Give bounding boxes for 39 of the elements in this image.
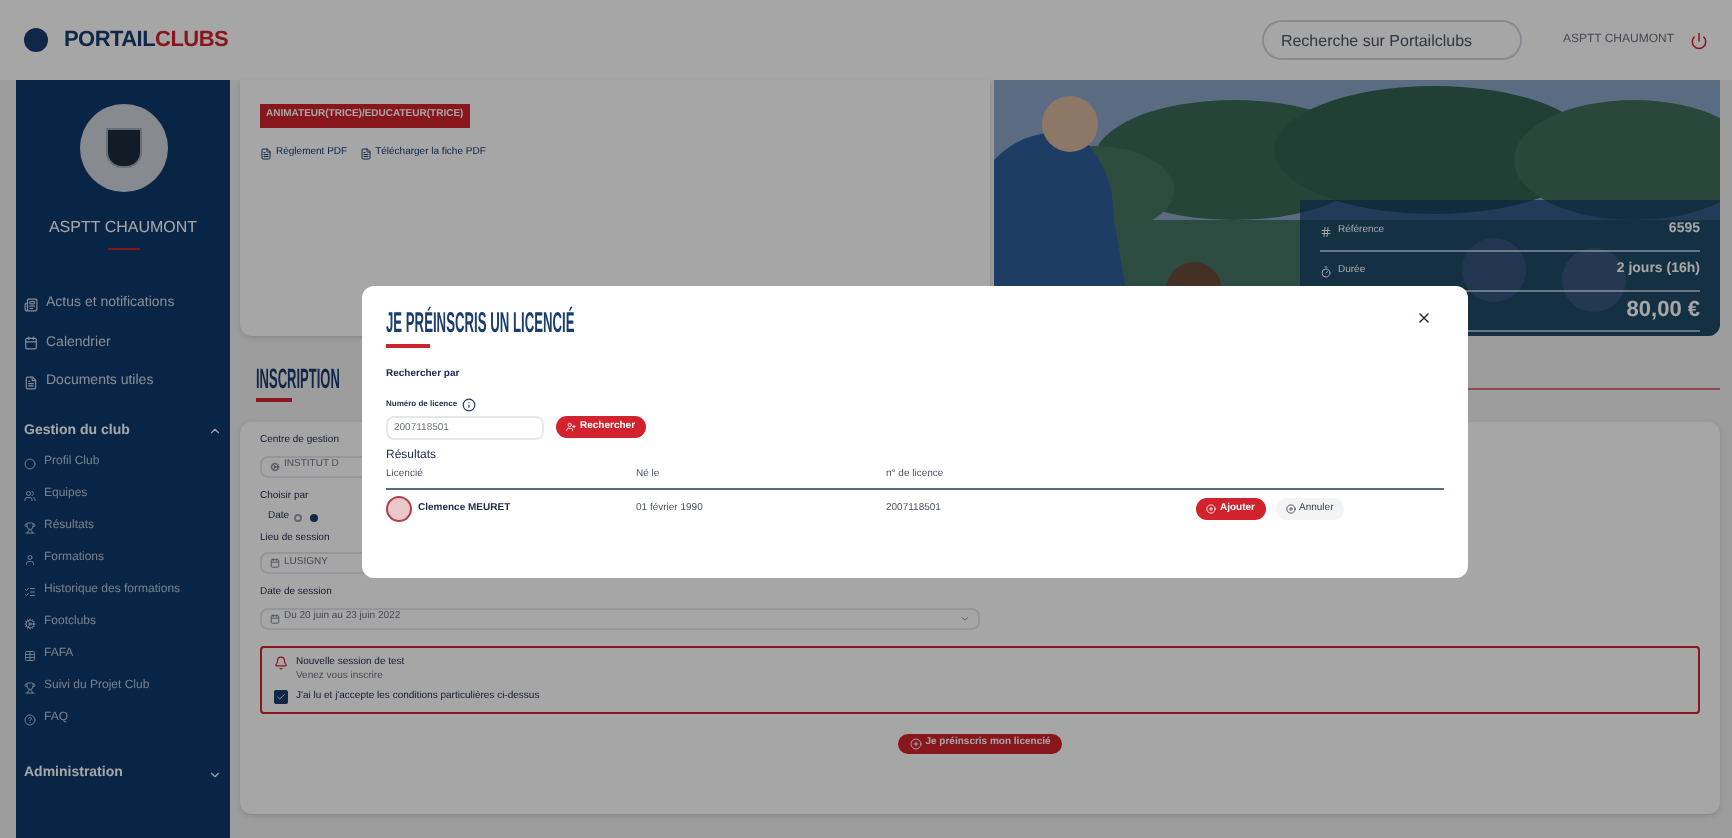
club-name: ASPTT CHAUMONT (48, 216, 198, 240)
gear-icon (270, 461, 280, 471)
club-crest-icon (105, 128, 141, 168)
document-icon (24, 375, 38, 390)
avatar (386, 496, 412, 522)
info-icon[interactable] (461, 397, 476, 411)
calendar-icon (270, 613, 280, 623)
logo[interactable]: PORTAILCLUBS (64, 23, 229, 57)
radio-button[interactable] (293, 513, 302, 522)
logo-icon (24, 28, 48, 52)
trophy-icon (24, 521, 36, 533)
close-icon[interactable] (1416, 310, 1432, 326)
calendar-icon (270, 558, 280, 568)
info-value: 80,00 € (1626, 296, 1700, 327)
document-icon (260, 147, 272, 160)
help-icon (24, 713, 36, 725)
list-icon (24, 585, 36, 597)
table-icon (24, 649, 36, 661)
newspaper-icon (24, 297, 38, 312)
timer-icon (1320, 265, 1332, 277)
radio-button[interactable] (309, 513, 318, 522)
checkbox[interactable] (274, 689, 288, 704)
section-title: INSCRIPTION (256, 368, 340, 396)
plus-icon (1285, 504, 1295, 514)
logout-icon[interactable] (1690, 31, 1708, 49)
modal-title: JE PRÉINSCRIS UN LICENCIÉ (386, 310, 575, 340)
search-field[interactable]: Recherche sur Portailclubs (1262, 20, 1523, 60)
calendar-icon (24, 336, 38, 351)
plus-icon (1206, 504, 1216, 514)
circle-icon (24, 457, 36, 469)
people-icon (24, 489, 36, 501)
person-icon (566, 422, 576, 432)
plus-icon (909, 738, 922, 750)
gear-icon (24, 617, 36, 629)
trophy-icon (24, 681, 36, 693)
document-icon (359, 147, 372, 160)
person-icon (24, 553, 36, 565)
chevron-down-icon (960, 613, 970, 623)
bell-icon (274, 655, 288, 669)
